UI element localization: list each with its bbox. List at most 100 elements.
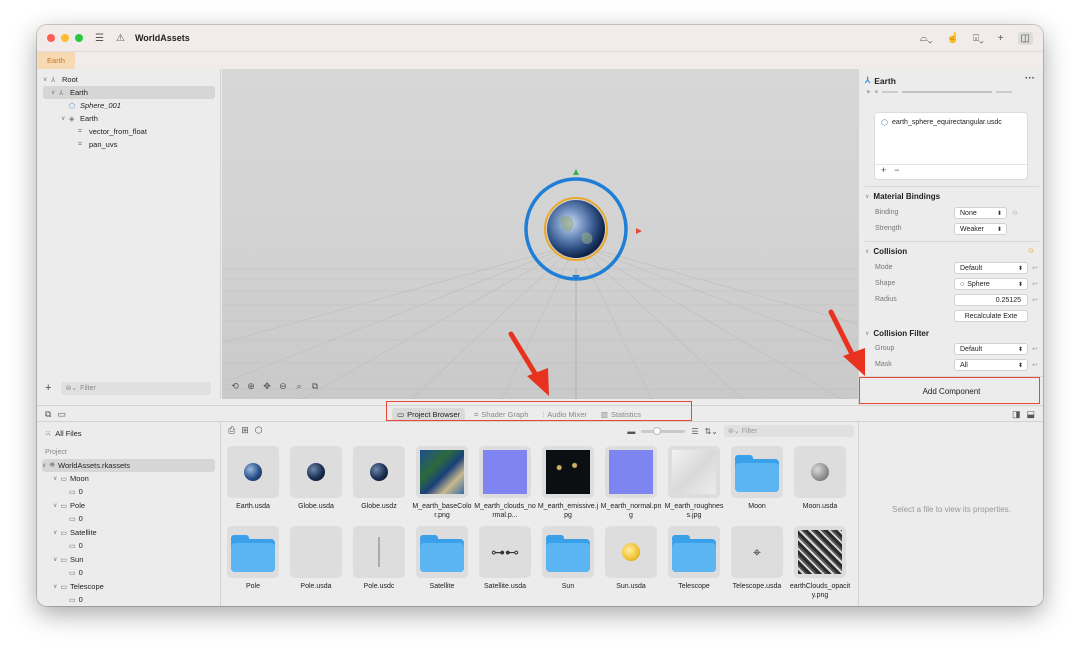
component-settings-icon[interactable]: ⊙	[1028, 247, 1034, 255]
folder-sun-0[interactable]: ▭ 0	[69, 566, 83, 579]
pan-icon[interactable]: ✥	[262, 381, 272, 392]
chevron-down-icon[interactable]: ∨	[42, 462, 46, 469]
library-icon[interactable]: ⧉	[45, 409, 51, 420]
references-list[interactable]: ⬡ earth_sphere_equirectangular.usdc + −	[874, 112, 1029, 180]
collision-filter-header[interactable]: ∨ Collision Filter	[865, 329, 929, 338]
folder-moon-0[interactable]: ▭ 0	[69, 485, 83, 498]
folder-moon[interactable]: ∨ ▭ Moon	[53, 472, 89, 485]
tree-item-pan-uvs[interactable]: ⌗ pan_uvs	[78, 138, 117, 151]
asset-item[interactable]: M_earth_normal.png	[600, 446, 662, 520]
radius-field[interactable]: 0.25125	[954, 294, 1028, 306]
add-component-button[interactable]: Add Component	[859, 376, 1043, 405]
sidebar-toggle-icon[interactable]: ☰	[95, 33, 104, 44]
asset-item[interactable]: earthClouds_opacity.png	[789, 526, 851, 600]
reset-icon[interactable]: ↩	[1032, 345, 1038, 353]
list-view-icon[interactable]: ☰	[691, 427, 698, 436]
asset-item[interactable]: Globe.usda	[285, 446, 347, 511]
sidebar-left-icon[interactable]: ▭	[57, 409, 66, 420]
chevron-down-icon[interactable]: ∨	[53, 529, 57, 536]
play-interaction-icon[interactable]: ☝	[947, 33, 959, 44]
tree-item-sphere[interactable]: ⬡ Sphere_001	[69, 99, 121, 112]
earth-model[interactable]	[547, 200, 605, 258]
add-entity-button[interactable]: +	[45, 382, 51, 394]
reset-icon[interactable]: ↩	[1032, 296, 1038, 304]
close-window-button[interactable]	[47, 34, 55, 42]
viewport-canvas[interactable]	[222, 69, 858, 399]
tree-item-vector-from-float[interactable]: ⌗ vector_from_float	[78, 125, 147, 138]
chevron-down-icon[interactable]: ∨	[53, 502, 57, 509]
tree-item-earth-material[interactable]: ∨ ◈ Earth	[61, 112, 98, 125]
asset-item[interactable]: Pole.usdc	[348, 526, 410, 591]
reset-icon[interactable]: ↩	[1032, 361, 1038, 369]
chevron-down-icon[interactable]: ∨	[865, 330, 869, 337]
chevron-down-icon[interactable]: ∨	[53, 583, 57, 590]
play-icon[interactable]: ▶	[867, 89, 871, 95]
new-folder-icon[interactable]: ⊞	[241, 425, 249, 436]
project-filter-input[interactable]: ⊜⌄ Filter	[724, 425, 854, 437]
minimize-window-button[interactable]	[61, 34, 69, 42]
remove-reference-button[interactable]: −	[894, 165, 899, 175]
asset-item[interactable]: Moon	[726, 446, 788, 511]
tab-shader-graph[interactable]: ⌗ Shader Graph	[469, 408, 533, 421]
tab-project-browser[interactable]: ▭ Project Browser	[392, 408, 466, 421]
orbit-icon[interactable]: ⟲	[230, 381, 240, 392]
shape-select[interactable]: ○ Sphere ⬍	[954, 278, 1028, 290]
asset-item[interactable]: Globe.usdz	[348, 446, 410, 511]
asset-item[interactable]: ⊶⊷ Satellite.usda	[474, 526, 536, 591]
import-icon[interactable]: ⎙	[228, 425, 235, 436]
asset-item[interactable]: Earth.usda	[222, 446, 284, 511]
warning-icon[interactable]: ⚠	[116, 33, 125, 44]
folder-sun[interactable]: ∨ ▭ Sun	[53, 553, 83, 566]
asset-item[interactable]: M_earth_roughness.jpg	[663, 446, 725, 520]
chevron-down-icon[interactable]: ∨	[865, 193, 869, 200]
folder-satellite-0[interactable]: ▭ 0	[69, 539, 83, 552]
y-axis-handle[interactable]	[573, 169, 579, 175]
x-axis-handle[interactable]	[636, 228, 642, 234]
binding-select[interactable]: None ⬍	[954, 207, 1007, 219]
chevron-down-icon[interactable]: ∨	[43, 76, 51, 83]
move-camera-icon[interactable]: ⊕	[246, 381, 256, 392]
tab-audio-mixer[interactable]: ⫶ Audio Mixer	[537, 408, 591, 421]
asset-item[interactable]: M_earth_baseColor.png	[411, 446, 473, 520]
sort-icon[interactable]: ⇅⌄	[705, 427, 718, 436]
asset-item[interactable]: Sun	[537, 526, 599, 591]
group-select[interactable]: Default ⬍	[954, 343, 1028, 355]
scene-viewport[interactable]: ⟲ ⊕ ✥ ⊖ ⌕ ⧉	[222, 69, 858, 399]
slider-knob[interactable]	[653, 426, 662, 435]
folder-pole-0[interactable]: ▭ 0	[69, 512, 83, 525]
reset-icon[interactable]: ↩	[1032, 264, 1038, 272]
mask-select[interactable]: All ⬍	[954, 359, 1028, 371]
asset-item[interactable]: Telescope	[663, 526, 725, 591]
chevron-down-icon[interactable]: ∨	[53, 556, 57, 563]
recalculate-extents-button[interactable]: Recalculate Exte	[954, 310, 1028, 322]
go-to-icon[interactable]: ⊖	[1012, 209, 1018, 217]
material-bindings-header[interactable]: ∨ Material Bindings	[865, 192, 940, 201]
inspector-toggle-icon[interactable]: ◫	[1017, 31, 1033, 45]
chevron-down-icon[interactable]: ∨	[51, 89, 59, 96]
strength-select[interactable]: Weaker ⬍	[954, 223, 1007, 235]
sidebar-right-icon[interactable]: ◨	[1012, 409, 1021, 420]
asset-item[interactable]: M_earth_clouds_normal.p...	[474, 446, 536, 520]
new-entity-icon[interactable]: ⬡	[255, 425, 263, 436]
tab-statistics[interactable]: ▥ Statistics	[596, 408, 646, 421]
stop-icon[interactable]: ■	[875, 89, 878, 95]
folder-telescope[interactable]: ∨ ▭ Telescope	[53, 580, 104, 593]
camera-icon[interactable]: ⌻⌄	[973, 33, 984, 44]
add-reference-button[interactable]: +	[881, 165, 886, 175]
collision-header[interactable]: ∨ Collision	[865, 247, 907, 256]
asset-item[interactable]: Pole.usda	[285, 526, 347, 591]
project-root-item[interactable]: ∨ ⛯ WorldAssets.rkassets	[42, 459, 215, 472]
asset-item[interactable]: Sun.usda	[600, 526, 662, 591]
asset-item[interactable]: Satellite	[411, 526, 473, 591]
dolly-icon[interactable]: ⊖	[278, 381, 288, 392]
asset-item[interactable]: Moon.usda	[789, 446, 851, 511]
timeline-scrubber[interactable]	[901, 91, 992, 93]
reference-item[interactable]: ⬡ earth_sphere_equirectangular.usdc	[881, 118, 1002, 127]
panel-bottom-icon[interactable]: ⬓	[1026, 409, 1035, 420]
zoom-out-icon[interactable]: ▬	[627, 427, 635, 436]
chevron-down-icon[interactable]: ∨	[53, 475, 57, 482]
folder-satellite[interactable]: ∨ ▭ Satellite	[53, 526, 97, 539]
add-icon[interactable]: +	[998, 33, 1004, 44]
thumbnail-size-slider[interactable]	[641, 426, 686, 435]
tree-item-earth[interactable]: ∨ ⅄ Earth	[43, 86, 215, 99]
